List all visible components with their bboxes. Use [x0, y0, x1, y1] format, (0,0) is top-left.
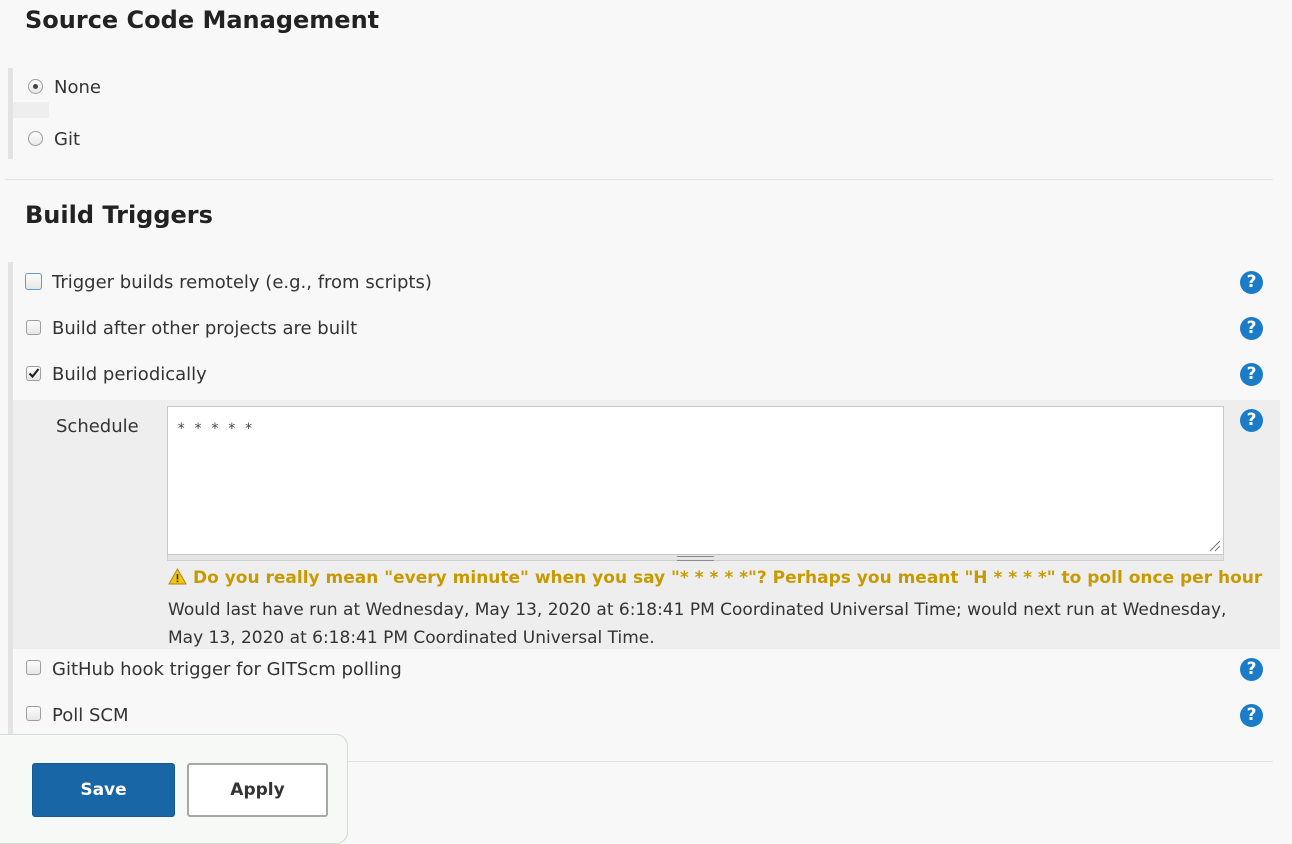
build-after-other-checkbox[interactable]	[26, 320, 41, 335]
apply-button[interactable]: Apply	[187, 763, 328, 817]
scm-option-none-label: None	[54, 77, 101, 98]
build-after-other-label: Build after other projects are built	[52, 318, 358, 339]
trigger-remote-checkbox[interactable]	[25, 273, 42, 290]
build-periodically-label: Build periodically	[52, 364, 207, 385]
help-icon[interactable]: ?	[1240, 363, 1263, 386]
warning-icon	[168, 567, 187, 585]
help-icon[interactable]: ?	[1240, 658, 1263, 681]
resize-grip-icon[interactable]	[677, 556, 714, 561]
checkmark-icon	[28, 368, 40, 379]
schedule-warning: Do you really mean "every minute" when y…	[168, 567, 1263, 588]
poll-scm-label: Poll SCM	[52, 705, 129, 726]
save-button[interactable]: Save	[32, 763, 175, 817]
corner-resize-icon[interactable]	[1207, 538, 1221, 552]
scm-section-title: Source Code Management	[25, 6, 380, 34]
scm-option-git-label: Git	[54, 129, 81, 150]
poll-scm-checkbox[interactable]	[26, 706, 41, 721]
help-icon[interactable]: ?	[1240, 317, 1263, 340]
schedule-label: Schedule	[56, 416, 139, 437]
schedule-textarea[interactable]: * * * * *	[167, 406, 1224, 555]
scm-radio-none[interactable]	[28, 79, 43, 94]
help-icon[interactable]: ?	[1240, 409, 1263, 432]
scm-option-highlight	[13, 102, 49, 118]
github-hook-label: GitHub hook trigger for GITScm polling	[52, 659, 402, 680]
schedule-info: Would last have run at Wednesday, May 13…	[168, 600, 1227, 648]
schedule-warning-text: Do you really mean "every minute" when y…	[193, 568, 1263, 588]
section-divider	[5, 179, 1273, 180]
help-icon[interactable]: ?	[1240, 271, 1263, 294]
help-icon[interactable]: ?	[1240, 704, 1263, 727]
github-hook-checkbox[interactable]	[26, 660, 41, 675]
triggers-section-title: Build Triggers	[25, 201, 213, 229]
scm-radio-git[interactable]	[28, 131, 43, 146]
trigger-remote-label: Trigger builds remotely (e.g., from scri…	[52, 272, 432, 293]
build-periodically-checkbox[interactable]	[26, 366, 41, 381]
